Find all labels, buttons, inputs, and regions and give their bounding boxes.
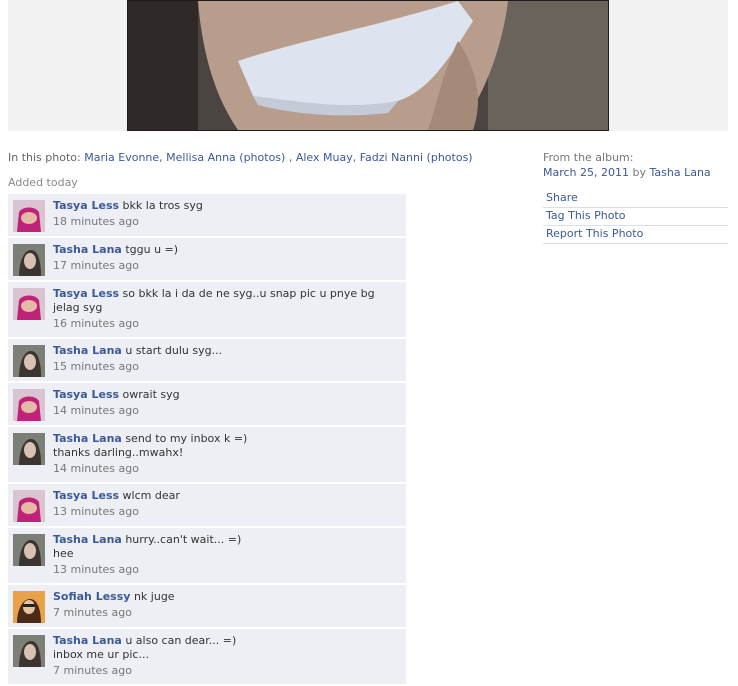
photo-actions: Share Tag This Photo Report This Photo — [543, 190, 728, 244]
tag-mellisa-anna-photos[interactable]: (photos) — [239, 151, 285, 164]
comment-time: 18 minutes ago — [53, 215, 139, 228]
avatar[interactable] — [13, 345, 45, 377]
comment-text: send to my inbox k =) — [125, 432, 248, 445]
comment: Tasha Lana tggu u =) 17 minutes ago — [8, 238, 406, 282]
avatar[interactable] — [13, 288, 45, 320]
comment-text: wlcm dear — [122, 489, 180, 502]
avatar[interactable] — [13, 635, 45, 667]
comment-author[interactable]: Tasha Lana — [53, 432, 122, 445]
tag-photo-link[interactable]: Tag This Photo — [543, 208, 728, 226]
photo-tags: In this photo: Maria Evonne, Mellisa Ann… — [8, 151, 473, 164]
comment-text: hurry..can't wait... =) — [125, 533, 242, 546]
comment: Tasha Lana send to my inbox k =) thanks … — [8, 427, 406, 484]
comment-time: 14 minutes ago — [53, 462, 139, 475]
avatar[interactable] — [13, 534, 45, 566]
tag-separator: , — [352, 151, 357, 164]
album-by-label: by — [632, 166, 647, 179]
comment-time: 17 minutes ago — [53, 259, 139, 272]
comment: Tasya Less so bkk la i da de ne syg..u s… — [8, 282, 406, 339]
tag-mellisa-anna[interactable]: Mellisa Anna — [166, 151, 236, 164]
comment-text: owrait syg — [122, 388, 180, 401]
comment-text: nk juge — [133, 590, 175, 603]
tag-alex-muay[interactable]: Alex Muay — [296, 151, 353, 164]
comment-author[interactable]: Tasha Lana — [53, 533, 122, 546]
comment-time: 14 minutes ago — [53, 404, 139, 417]
comment-text: u start dulu syg... — [125, 344, 223, 357]
comment-time: 7 minutes ago — [53, 664, 132, 677]
comment-time: 13 minutes ago — [53, 563, 139, 576]
report-photo-link[interactable]: Report This Photo — [543, 226, 728, 244]
comment-text: u also can dear... =) — [125, 634, 237, 647]
tag-separator: , — [159, 151, 163, 164]
tag-fadzi-nanni-photos[interactable]: (photos) — [427, 151, 473, 164]
comment: Tasya Less bkk la tros syg 18 minutes ag… — [8, 194, 406, 238]
photo-area — [8, 0, 728, 131]
avatar[interactable] — [13, 490, 45, 522]
avatar[interactable] — [13, 389, 45, 421]
tag-maria-evonne[interactable]: Maria Evonne — [84, 151, 159, 164]
avatar[interactable] — [13, 433, 45, 465]
comment: Sofiah Lessy nk juge 7 minutes ago — [8, 585, 406, 629]
avatar[interactable] — [13, 591, 45, 623]
main-photo[interactable] — [127, 0, 609, 131]
tags-prefix: In this photo: — [8, 151, 81, 164]
comment: Tasya Less owrait syg 14 minutes ago — [8, 383, 406, 427]
comment: Tasya Less wlcm dear 13 minutes ago — [8, 484, 406, 528]
comment-author[interactable]: Sofiah Lessy — [53, 590, 130, 603]
comment-author[interactable]: Tasya Less — [53, 388, 119, 401]
share-link[interactable]: Share — [543, 190, 728, 208]
comment: Tasha Lana u also can dear... =) inbox m… — [8, 629, 406, 686]
album-from-label: From the album: — [543, 151, 634, 164]
comment-author[interactable]: Tasha Lana — [53, 634, 122, 647]
comment-author[interactable]: Tasya Less — [53, 287, 119, 300]
comment-text-line2: thanks darling..mwahx! — [53, 446, 184, 459]
comment-text: bkk la tros syg — [122, 199, 203, 212]
comment-author[interactable]: Tasya Less — [53, 199, 119, 212]
comment-author[interactable]: Tasha Lana — [53, 243, 122, 256]
comment-time: 16 minutes ago — [53, 317, 139, 330]
comment-time: 15 minutes ago — [53, 360, 139, 373]
added-label: Added today — [8, 176, 78, 189]
album-info: From the album: March 25, 2011 by Tasha … — [543, 151, 728, 179]
comment-time: 7 minutes ago — [53, 606, 132, 619]
tag-fadzi-nanni[interactable]: Fadzi Nanni — [360, 151, 423, 164]
avatar[interactable] — [13, 200, 45, 232]
avatar[interactable] — [13, 244, 45, 276]
comment: Tasha Lana u start dulu syg... 15 minute… — [8, 339, 406, 383]
comment-text-line2: inbox me ur pic... — [53, 648, 149, 661]
comments-list: Tasya Less bkk la tros syg 18 minutes ag… — [8, 194, 406, 686]
comment-author[interactable]: Tasha Lana — [53, 344, 122, 357]
album-date-link[interactable]: March 25, 2011 — [543, 166, 629, 179]
comment-time: 13 minutes ago — [53, 505, 139, 518]
album-owner-link[interactable]: Tasha Lana — [650, 166, 711, 179]
photo-image — [128, 1, 608, 130]
comment-author[interactable]: Tasya Less — [53, 489, 119, 502]
tag-separator: , — [288, 151, 293, 164]
comment-text: tggu u =) — [125, 243, 179, 256]
comment: Tasha Lana hurry..can't wait... =) hee 1… — [8, 528, 406, 585]
comment-text-line2: hee — [53, 547, 74, 560]
